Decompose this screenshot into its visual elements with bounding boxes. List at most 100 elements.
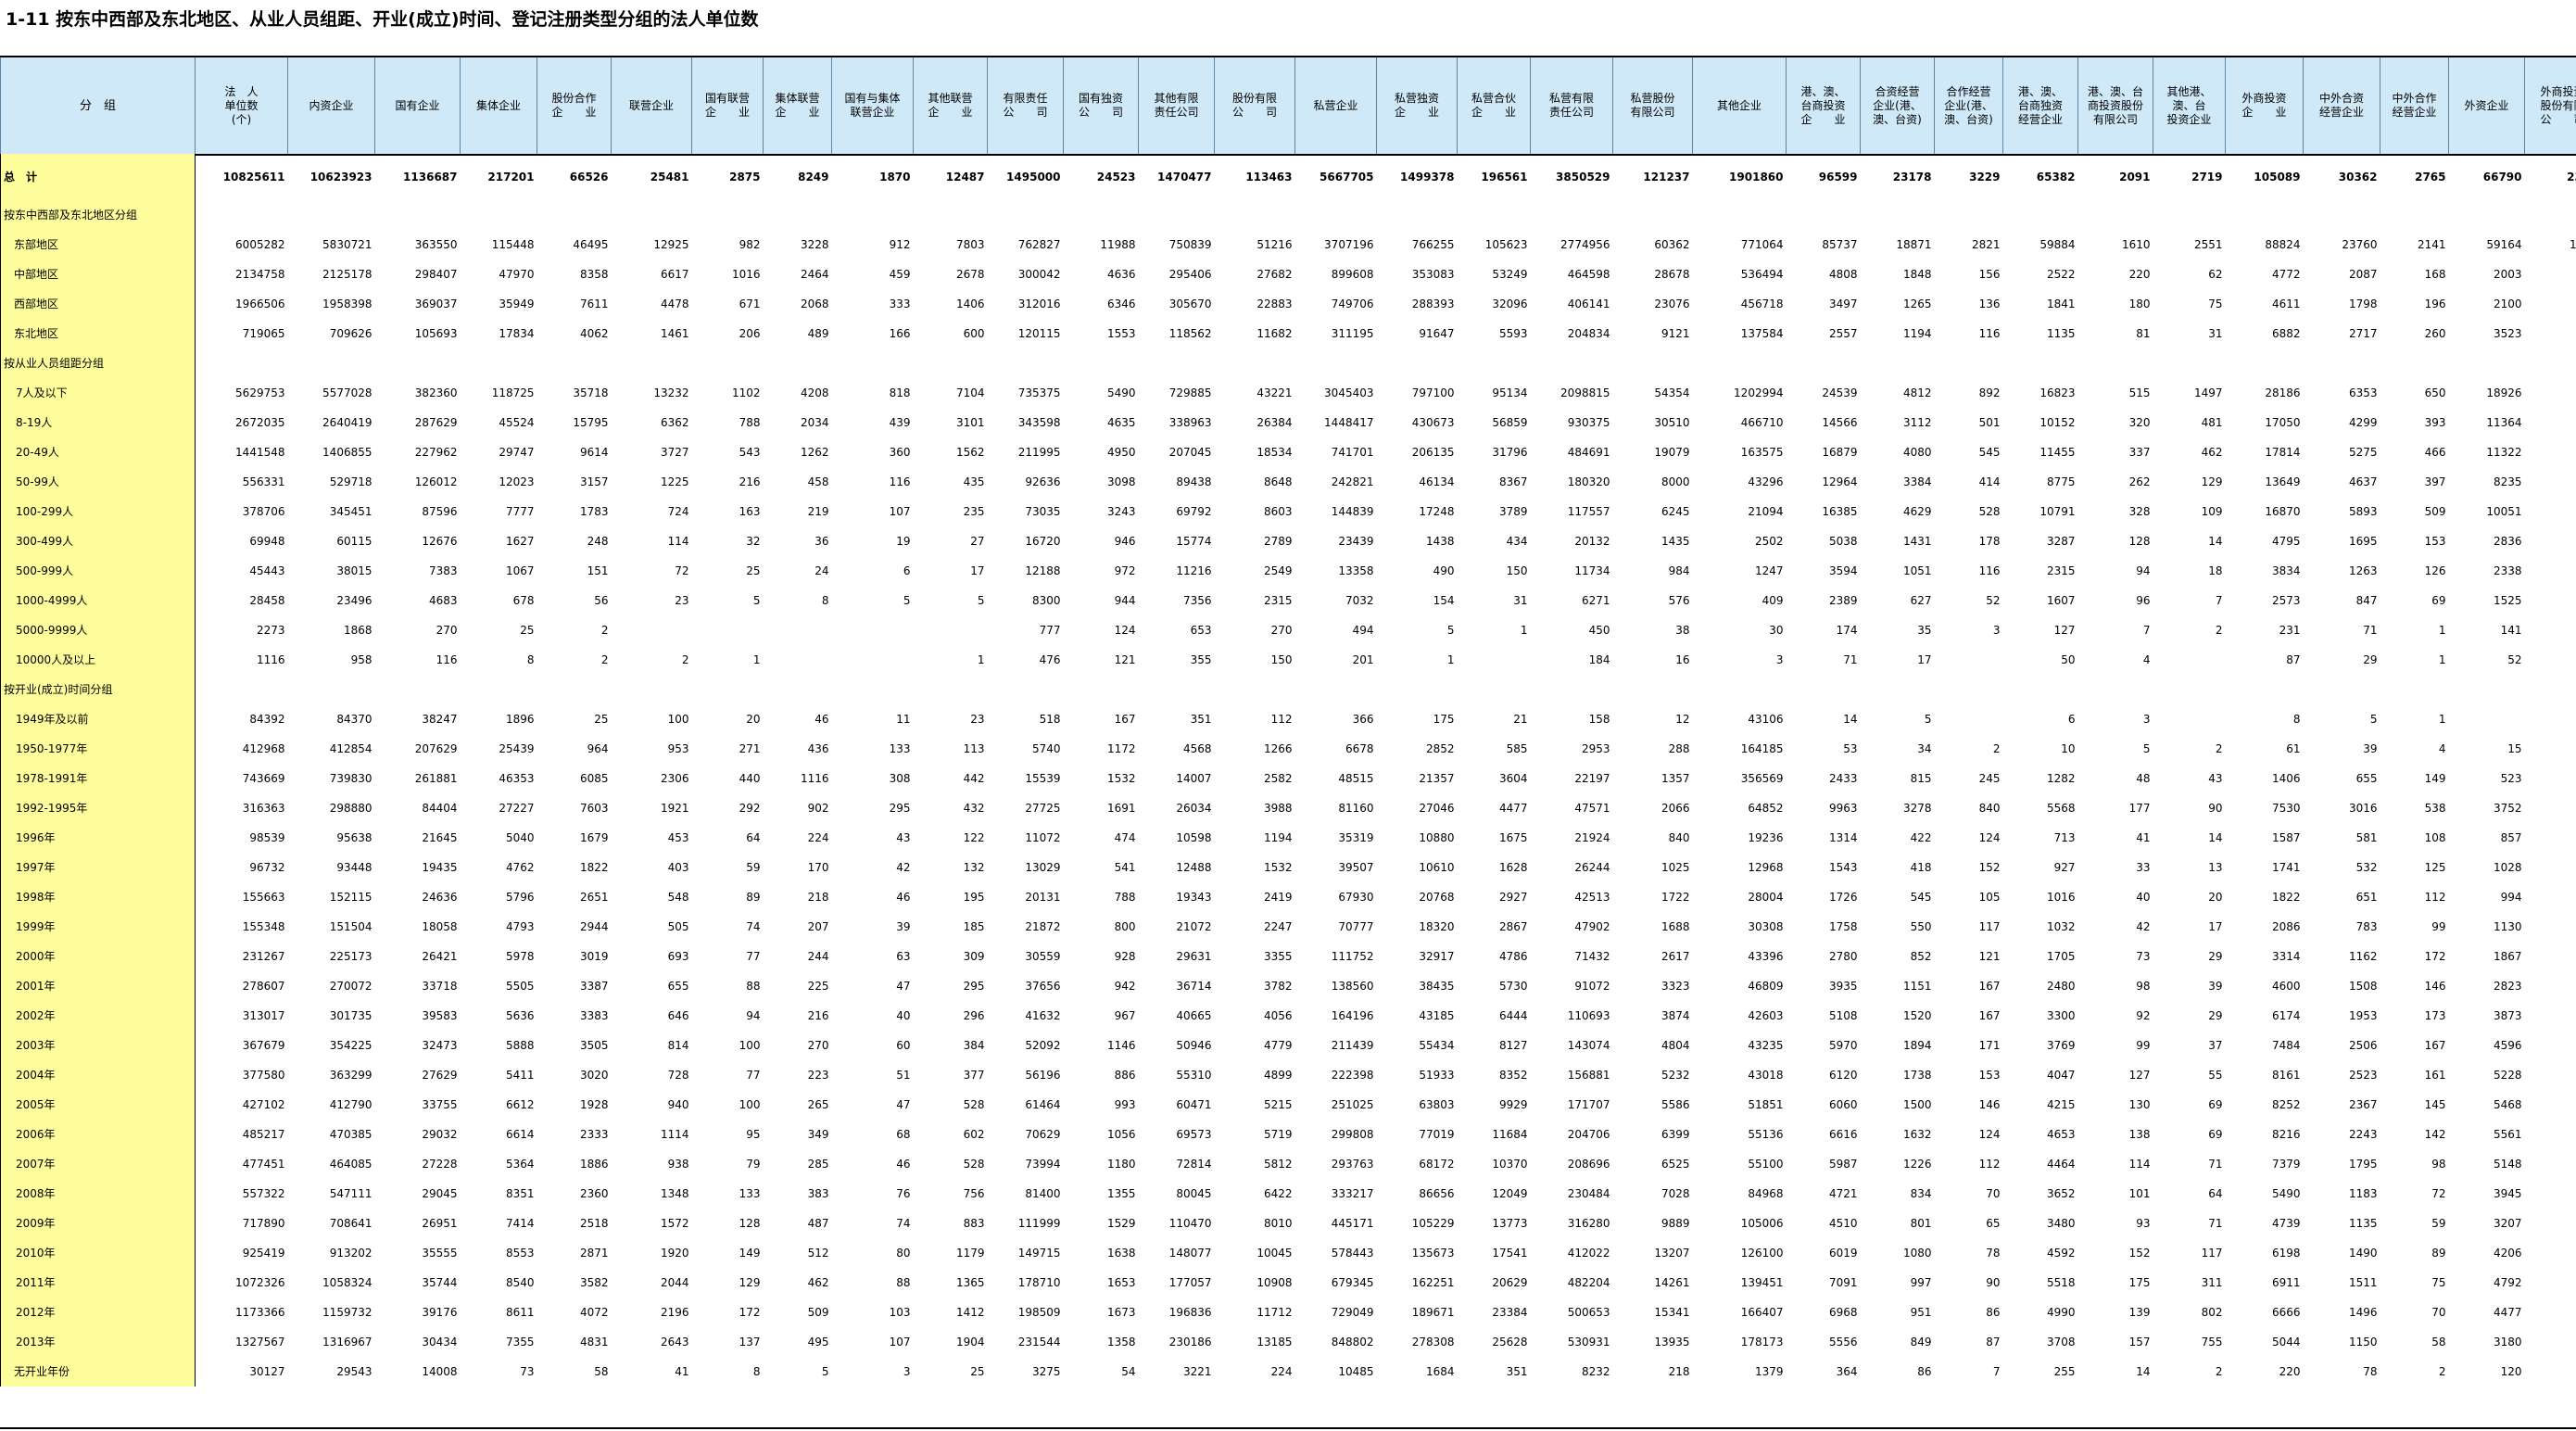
table-cell: 655 [2355, 772, 2378, 785]
table-cell: 4786 [1498, 950, 1528, 963]
table-cell: 750839 [1168, 238, 1212, 251]
table-cell: 1412 [955, 1306, 985, 1319]
table-cell: 1406 [2271, 772, 2301, 785]
table-cell: 6060 [1828, 1098, 1858, 1111]
table-cell: 127 [2128, 1069, 2151, 1082]
table-cell: 1632 [1902, 1128, 1932, 1141]
table-cell: 198 [2525, 319, 2576, 348]
table-cell: 337 [2128, 446, 2151, 459]
row-label: 2008年 [0, 1179, 196, 1209]
table-cell: 11322 [2486, 446, 2522, 459]
table-cell: 600 [963, 327, 985, 340]
table-cell: 220 [2128, 268, 2151, 281]
table-cell: 3 [1992, 624, 2001, 637]
table-cell: 11682 [1256, 327, 1293, 340]
row-label: 2000年 [0, 942, 196, 971]
table-cell: 2389 [1828, 594, 1858, 607]
table-cell: 470385 [329, 1128, 373, 1141]
table-cell: 35744 [422, 1276, 458, 1289]
table-cell: 7 [2142, 624, 2151, 637]
table-cell: 1116 [800, 772, 829, 785]
table-cell: 474 [1114, 831, 1136, 844]
table-cell: 487 [807, 1217, 829, 1230]
table-cell: 5 [903, 594, 911, 607]
bottom-rule [0, 1427, 2576, 1429]
table-cell: 12488 [1176, 861, 1212, 874]
table-cell: 3 [2142, 713, 2151, 726]
table-cell [832, 645, 914, 675]
table-cell: 4721 [1828, 1187, 1858, 1200]
table-cell: 2066 [1661, 802, 1690, 815]
table-cell: 16 [1675, 653, 1690, 666]
row-label: 1997年 [0, 853, 196, 882]
table-cell: 242821 [1331, 475, 1374, 488]
table-cell: 1691 [2569, 238, 2576, 251]
table-cell: 548 [667, 891, 689, 904]
table-cell: 886 [1114, 1069, 1136, 1082]
table-cell: 8775 [2046, 475, 2076, 488]
table-cell: 220 [2279, 1365, 2301, 1378]
table-cell: 484691 [1567, 446, 1610, 459]
column-header: 中外合资 经营企业 [2303, 57, 2380, 154]
table-cell: 5893 [2348, 505, 2378, 518]
table-cell: 4637 [2348, 475, 2378, 488]
table-cell: 48 [2136, 772, 2151, 785]
table-cell: 14 [1843, 713, 1858, 726]
table-cell [2153, 704, 2226, 734]
table-row: 2004年 377580 363299 27629 5411 3020 728 77 223 51… [0, 1060, 2576, 1090]
table-cell: 120 [2500, 1365, 2522, 1378]
table-cell: 356569 [1740, 772, 1784, 785]
table-cell: 17541 [1492, 1247, 1528, 1260]
table-cell: 60115 [336, 535, 373, 548]
column-header: 中外合作 经营企业 [2380, 57, 2449, 154]
table-cell: 3 [903, 1365, 911, 1378]
row-label: 2012年 [0, 1298, 196, 1327]
row-label: 2013年 [0, 1327, 196, 1357]
table-cell: 39 [2208, 980, 2223, 993]
table-cell: 47 [896, 1098, 911, 1111]
table-cell: 5505 [505, 980, 535, 993]
table-cell: 5812 [1263, 1158, 1293, 1171]
table-cell: 43235 [1748, 1039, 1784, 1052]
table-cell: 24636 [422, 891, 458, 904]
table-cell: 818 [889, 386, 911, 399]
table-cell: 32917 [1419, 950, 1455, 963]
table-cell: 735375 [1017, 386, 1061, 399]
table-cell: 47 [896, 980, 911, 993]
column-header: 内资企业 [287, 57, 375, 154]
table-cell: 151 [2525, 1120, 2576, 1149]
table-cell: 10825611 [222, 171, 285, 184]
table-cell: 1653 [1106, 1276, 1136, 1289]
table-cell: 490 [1433, 564, 1455, 577]
table-cell: 1841 [2046, 298, 2076, 310]
table-cell: 739830 [329, 772, 373, 785]
table-cell: 20768 [1419, 891, 1455, 904]
table-cell: 938 [667, 1158, 689, 1171]
table-cell: 5108 [1828, 1009, 1858, 1022]
table-row: 20-49人 1441548 1406855 227962 29747 9614 3727 5… [0, 437, 2576, 467]
table-cell: 2640419 [322, 416, 373, 429]
table-cell: 5740 [1031, 742, 1061, 755]
table-cell [1064, 200, 1139, 230]
table-cell: 8540 [505, 1276, 535, 1289]
table-cell [914, 200, 988, 230]
table-cell: 717890 [242, 1217, 285, 1230]
table-cell: 40 [896, 1009, 911, 1022]
table-cell: 849 [1910, 1336, 1932, 1349]
table-cell: 2549 [1263, 564, 1293, 577]
table-cell: 2273 [256, 624, 285, 637]
table-cell: 193 [2525, 260, 2576, 289]
table-cell: 2 [2215, 1365, 2223, 1378]
table-cell: 4990 [2046, 1306, 2076, 1319]
table-cell: 225173 [329, 950, 373, 963]
table-cell: 6271 [1581, 594, 1610, 607]
table-cell: 5148 [2493, 1158, 2522, 1171]
table-cell: 1500 [1902, 1098, 1932, 1111]
row-label: 东北地区 [0, 319, 196, 348]
table-cell [764, 200, 832, 230]
table-cell: 1247 [1754, 564, 1784, 577]
table-cell [764, 645, 832, 675]
table-cell: 85737 [1822, 238, 1858, 251]
table-row: 500-999人 45443 38015 7383 1067 151 72 25 24 6 17 12… [0, 556, 2576, 586]
table-cell: 7028 [1661, 1187, 1690, 1200]
